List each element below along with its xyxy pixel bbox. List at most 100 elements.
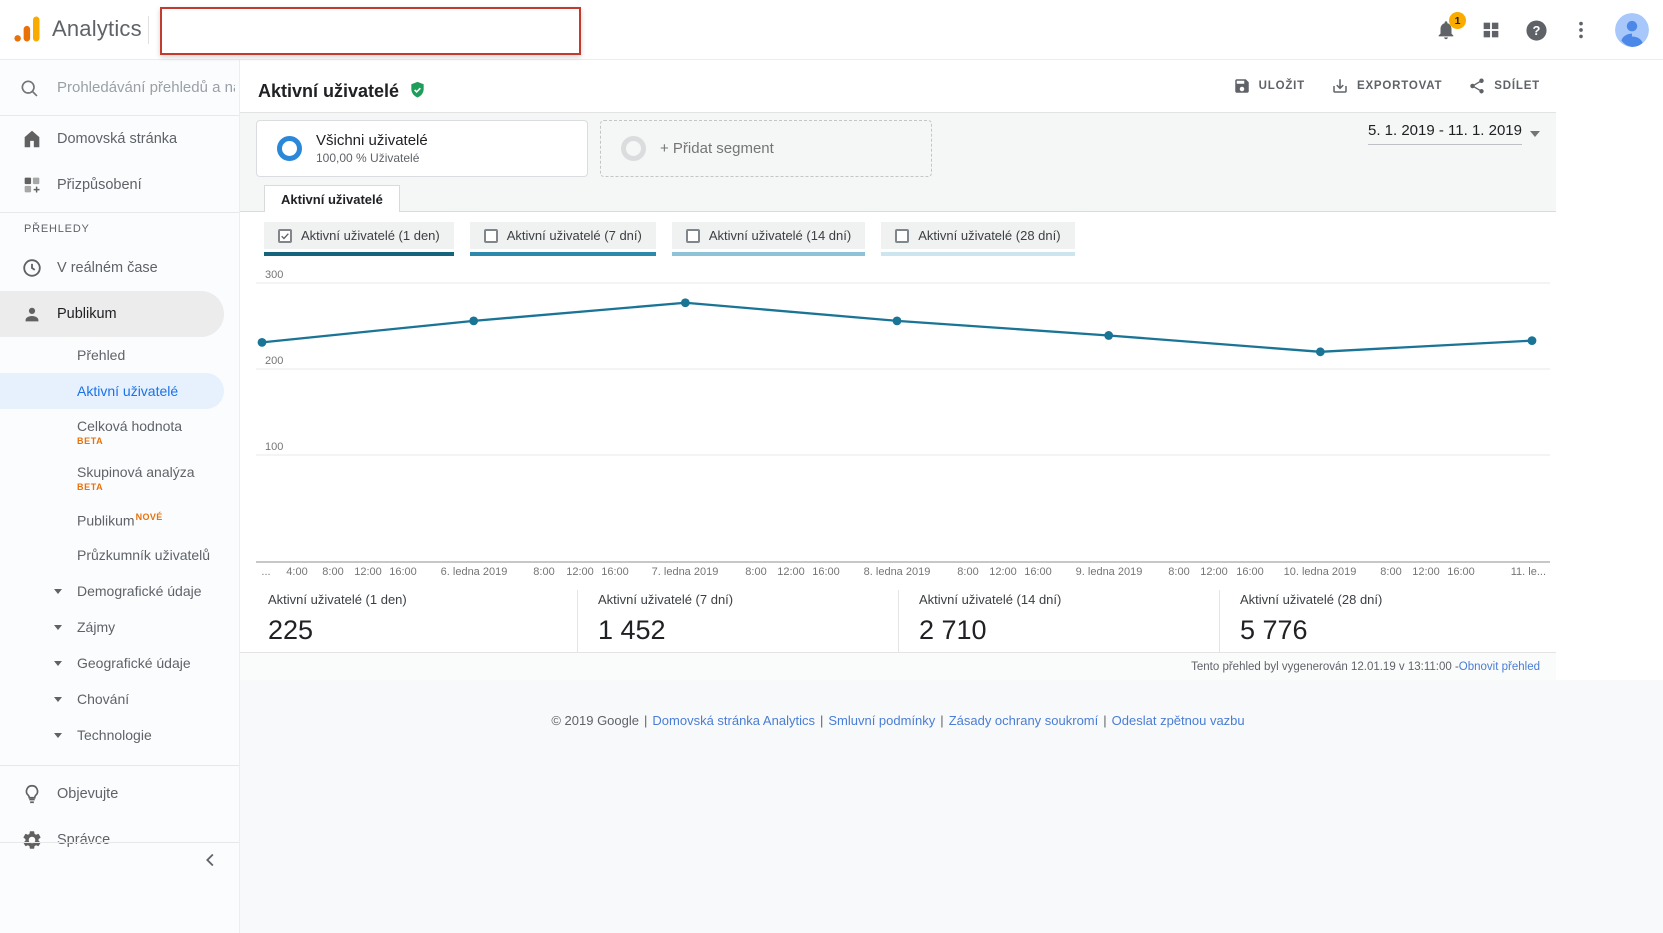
sidebar-item-audience[interactable]: Publikum xyxy=(0,291,224,337)
product-name: Analytics xyxy=(52,16,142,42)
metric-toggle-label: Aktivní uživatelé (28 dní) xyxy=(918,228,1060,243)
checkbox-unchecked[interactable] xyxy=(895,229,909,243)
search-icon xyxy=(19,78,39,98)
sidebar-subitem-celkova-hodnota[interactable]: Celková hodnotaBETA xyxy=(0,409,239,455)
metric-toggle-aktivni-uzivatele-28-dni[interactable]: Aktivní uživatelé (28 dní) xyxy=(881,222,1074,256)
share-button-label: SDÍLET xyxy=(1494,80,1540,92)
metric-toggle-aktivni-uzivatele-7-dni[interactable]: Aktivní uživatelé (7 dní) xyxy=(470,222,656,256)
copyright-text: © 2019 Google xyxy=(551,713,639,728)
metric-toggles: Aktivní uživatelé (1 den) Aktivní uživate… xyxy=(264,222,1075,256)
notifications-button[interactable]: 1 xyxy=(1435,19,1457,41)
account-selector-redacted[interactable] xyxy=(160,7,581,55)
sidebar-subitem-pruzkumnik-uzivatelu[interactable]: Průzkumník uživatelů xyxy=(0,537,239,573)
sidebar-item-realtime[interactable]: V reálném čase xyxy=(0,245,239,291)
segment-all-users[interactable]: Všichni uživatelé 100,00 % Uživatelé xyxy=(256,120,588,177)
footer-link-smluvni-podminky[interactable]: Smluvní podmínky xyxy=(828,713,935,728)
home-icon xyxy=(21,128,43,150)
chevron-left-icon xyxy=(200,849,222,871)
expand-arrow-icon xyxy=(54,589,62,594)
data-point[interactable] xyxy=(1316,347,1325,356)
date-range-picker[interactable]: 5. 1. 2019 - 11. 1. 2019 xyxy=(1368,122,1540,145)
person-icon xyxy=(21,303,43,325)
sidebar-subitem-publikum[interactable]: PublikumNOVÉ xyxy=(0,501,239,537)
metric-toggle-label: Aktivní uživatelé (1 den) xyxy=(301,228,440,243)
data-point[interactable] xyxy=(469,316,478,325)
series-line xyxy=(262,303,1532,352)
x-axis-tick: 12:00 xyxy=(1200,566,1228,578)
metric-card-value: 1 452 xyxy=(598,615,898,646)
data-point[interactable] xyxy=(893,316,902,325)
sidebar-item-home[interactable]: Domovská stránka xyxy=(0,116,239,162)
report-actions: ULOŽIT EXPORTOVAT SDÍLET xyxy=(1233,60,1540,112)
analytics-logo[interactable]: Analytics xyxy=(12,14,142,44)
x-axis-tick: 8:00 xyxy=(745,566,766,578)
x-axis-tick: 8. ledna 2019 xyxy=(864,566,931,578)
sidebar-subitem-label: Průzkumník uživatelů xyxy=(77,547,215,563)
sidebar-divider xyxy=(0,842,239,843)
help-icon: ? xyxy=(1525,19,1548,42)
save-button[interactable]: ULOŽIT xyxy=(1233,77,1305,95)
metric-toggle-aktivni-uzivatele-14-dni[interactable]: Aktivní uživatelé (14 dní) xyxy=(672,222,865,256)
expand-arrow-icon xyxy=(54,625,62,630)
apps-grid-button[interactable] xyxy=(1480,19,1502,41)
export-button[interactable]: EXPORTOVAT xyxy=(1331,77,1442,95)
sidebar-subitem-geograficke-udaje[interactable]: Geografické údaje xyxy=(0,645,239,681)
page-title: Aktivní uživatelé xyxy=(258,75,423,102)
x-axis-tick: 8:00 xyxy=(533,566,554,578)
x-axis-tick: 16:00 xyxy=(601,566,629,578)
sidebar-subitem-demograficke-udaje[interactable]: Demografické údaje xyxy=(0,573,239,609)
sidebar-subitem-label: Zájmy xyxy=(77,619,215,635)
avatar[interactable] xyxy=(1615,13,1649,47)
metric-toggle-aktivni-uzivatele-1-den[interactable]: Aktivní uživatelé (1 den) xyxy=(264,222,454,256)
refresh-report-link[interactable]: Obnovit přehled xyxy=(1459,661,1540,673)
sidebar-subitem-label: Demografické údaje xyxy=(77,583,215,599)
help-button[interactable]: ? xyxy=(1525,19,1547,41)
more-menu-button[interactable] xyxy=(1570,19,1592,41)
svg-text:?: ? xyxy=(1533,23,1541,38)
x-axis-tick: 16:00 xyxy=(1236,566,1264,578)
sidebar-subitem-aktivni-uzivatele[interactable]: Aktivní uživatelé xyxy=(0,373,224,409)
tab-active-users[interactable]: Aktivní uživatelé xyxy=(264,185,400,212)
shield-check-icon xyxy=(408,79,427,101)
sidebar-subitem-zajmy[interactable]: Zájmy xyxy=(0,609,239,645)
data-point[interactable] xyxy=(1104,331,1113,340)
footer-link-domovska-stranka-analytics[interactable]: Domovská stránka Analytics xyxy=(652,713,815,728)
search-input[interactable] xyxy=(57,74,235,100)
chart-panel: Aktivní uživatelé (1 den) Aktivní uživate… xyxy=(240,212,1556,652)
y-axis-tick: 100 xyxy=(265,441,283,453)
x-axis-tick: 4:00 xyxy=(286,566,307,578)
sidebar-nav-reports: V reálném čase Publikum xyxy=(0,245,239,337)
checkbox-unchecked[interactable] xyxy=(686,229,700,243)
customization-icon xyxy=(21,174,43,196)
sidebar-item-label: Domovská stránka xyxy=(57,131,177,147)
checkbox-unchecked[interactable] xyxy=(484,229,498,243)
data-point[interactable] xyxy=(681,298,690,307)
sidebar-item-label: Přizpůsobení xyxy=(57,177,142,193)
sidebar-subitem-label: PublikumNOVÉ xyxy=(77,509,215,529)
footer-link-zasady-ochrany-soukromi[interactable]: Zásady ochrany soukromí xyxy=(949,713,1099,728)
generated-note-text: Tento přehled byl vygenerován 12.01.19 v… xyxy=(1191,661,1459,673)
add-segment-button[interactable]: + Přidat segment xyxy=(600,120,932,177)
sidebar-subitem-skupinova-analyza[interactable]: Skupinová analýzaBETA xyxy=(0,455,239,501)
data-point[interactable] xyxy=(1528,336,1537,345)
checkbox-checked[interactable] xyxy=(278,229,292,243)
metric-toggle-pill: Aktivní uživatelé (1 den) xyxy=(264,222,454,249)
page-bottom: © 2019 Google|Domovská stránka Analytics… xyxy=(240,680,1663,933)
metric-color-underline xyxy=(470,252,656,256)
sidebar-subitem-chovani[interactable]: Chování xyxy=(0,681,239,717)
segment-donut-icon xyxy=(621,136,646,161)
sidebar-subitem-technologie[interactable]: Technologie xyxy=(0,717,239,753)
sidebar-collapse-button[interactable] xyxy=(200,849,226,875)
metric-toggle-pill: Aktivní uživatelé (28 dní) xyxy=(881,222,1074,249)
sidebar-item-discover[interactable]: Objevujte xyxy=(0,771,239,817)
segment-title: Všichni uživatelé xyxy=(316,132,428,149)
sidebar-subitem-prehled[interactable]: Přehled xyxy=(0,337,239,373)
sidebar-item-customization[interactable]: Přizpůsobení xyxy=(0,162,239,208)
footer-link-odeslat-zpetnou-vazbu[interactable]: Odeslat zpětnou vazbu xyxy=(1112,713,1245,728)
topbar-divider xyxy=(148,16,149,44)
share-button[interactable]: SDÍLET xyxy=(1468,77,1540,95)
sidebar-item-label: Publikum xyxy=(57,306,117,322)
apps-grid-icon xyxy=(1480,19,1502,41)
data-point[interactable] xyxy=(258,338,267,347)
generated-note: Tento přehled byl vygenerován 12.01.19 v… xyxy=(240,652,1556,680)
